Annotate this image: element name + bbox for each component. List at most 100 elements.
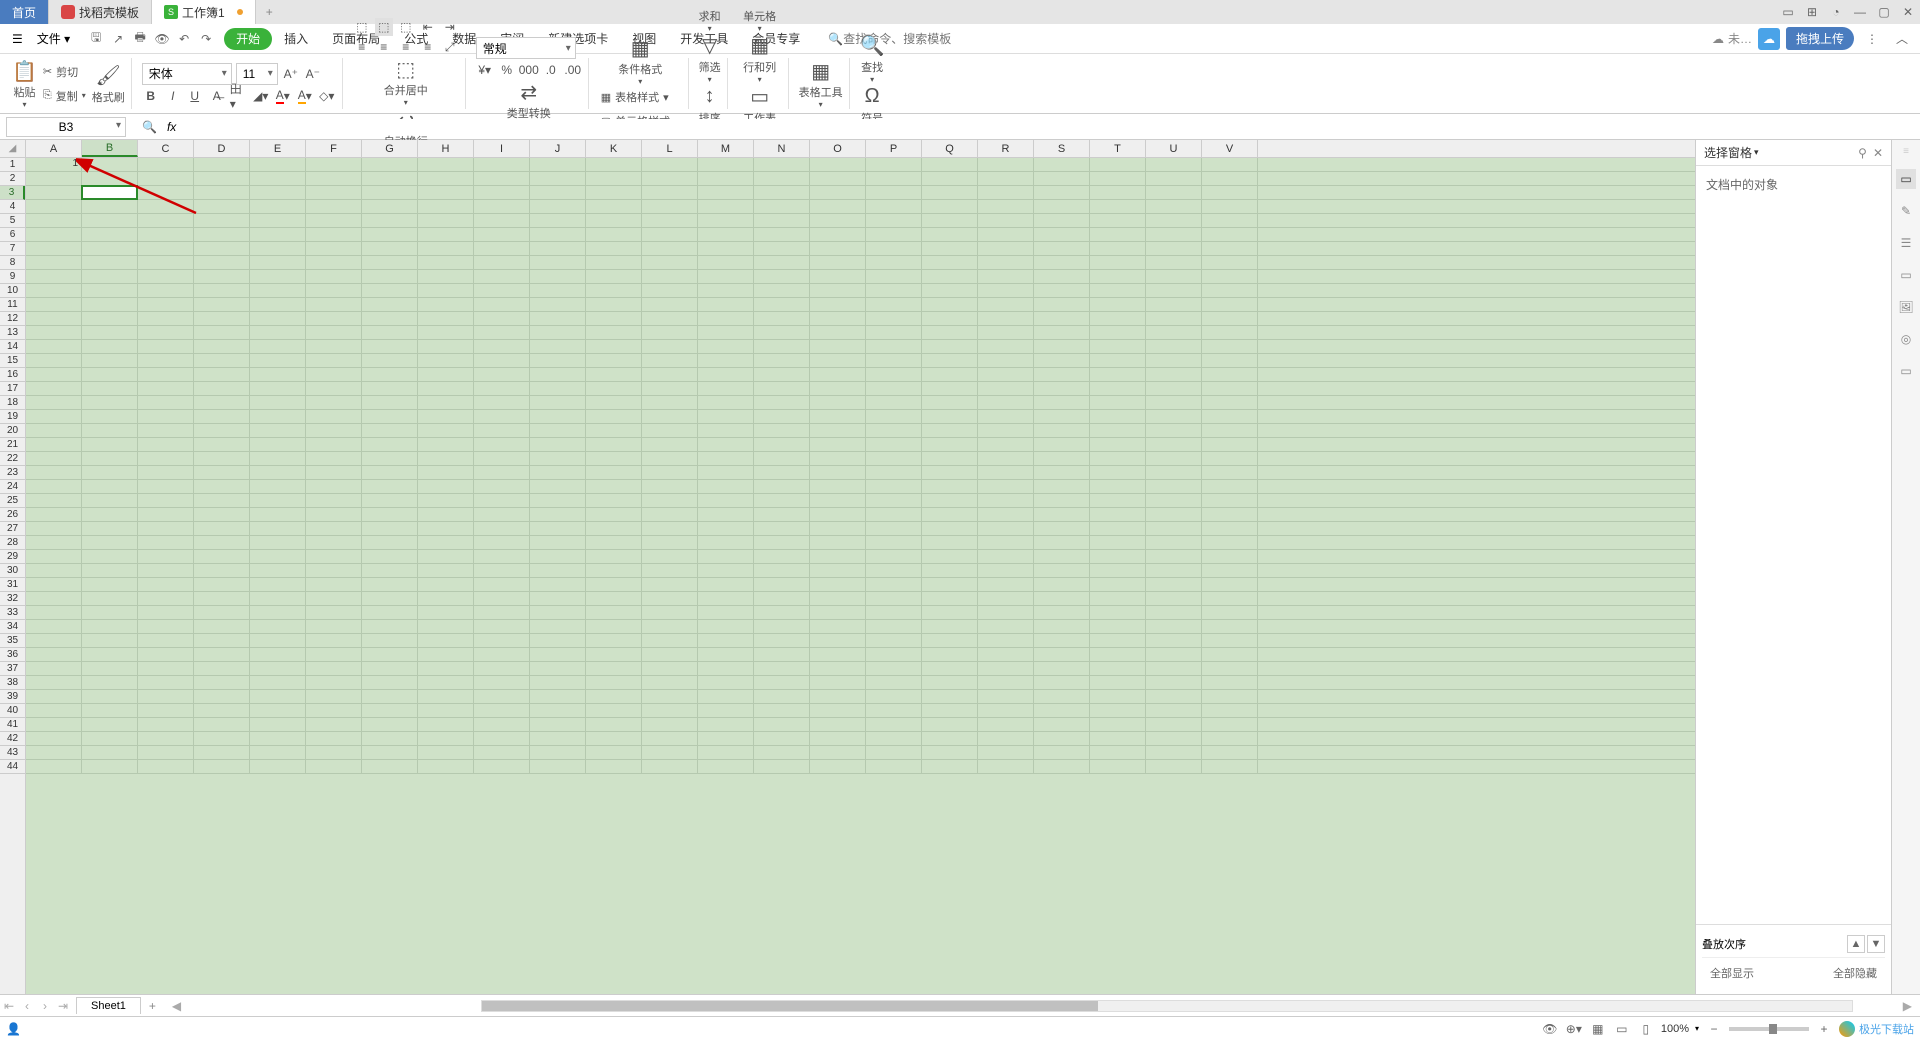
cell[interactable] bbox=[1090, 410, 1146, 423]
cell[interactable] bbox=[1202, 256, 1258, 269]
cell[interactable] bbox=[474, 256, 530, 269]
cell[interactable] bbox=[474, 718, 530, 731]
cell[interactable] bbox=[362, 648, 418, 661]
cell[interactable] bbox=[1034, 662, 1090, 675]
cell[interactable] bbox=[586, 606, 642, 619]
cell[interactable] bbox=[1146, 606, 1202, 619]
cell[interactable] bbox=[866, 228, 922, 241]
cell[interactable] bbox=[866, 186, 922, 199]
cell[interactable] bbox=[1202, 592, 1258, 605]
cell[interactable]: 1 bbox=[26, 158, 82, 171]
cell[interactable] bbox=[754, 326, 810, 339]
cell[interactable] bbox=[82, 256, 138, 269]
cell[interactable] bbox=[866, 536, 922, 549]
cell[interactable] bbox=[418, 522, 474, 535]
cell[interactable] bbox=[474, 326, 530, 339]
cell[interactable] bbox=[418, 648, 474, 661]
cell[interactable] bbox=[306, 256, 362, 269]
cell[interactable] bbox=[474, 662, 530, 675]
table-tool-button[interactable]: ▦表格工具▾ bbox=[799, 58, 843, 109]
grid-focus-icon[interactable]: ⊕▾ bbox=[1565, 1020, 1583, 1038]
cell[interactable] bbox=[810, 200, 866, 213]
cell[interactable] bbox=[530, 172, 586, 185]
cell[interactable] bbox=[866, 732, 922, 745]
cell[interactable] bbox=[810, 298, 866, 311]
cell[interactable] bbox=[82, 242, 138, 255]
cell[interactable] bbox=[586, 648, 642, 661]
cell[interactable] bbox=[530, 340, 586, 353]
cell[interactable] bbox=[1034, 452, 1090, 465]
row-header[interactable]: 41 bbox=[0, 718, 25, 732]
cell[interactable] bbox=[138, 256, 194, 269]
row-header[interactable]: 30 bbox=[0, 564, 25, 578]
font-shrink-icon[interactable]: A⁻ bbox=[304, 65, 322, 83]
cell[interactable] bbox=[698, 760, 754, 773]
cell[interactable] bbox=[922, 494, 978, 507]
cell[interactable] bbox=[866, 578, 922, 591]
cell[interactable] bbox=[250, 536, 306, 549]
cell[interactable] bbox=[250, 256, 306, 269]
row-header[interactable]: 10 bbox=[0, 284, 25, 298]
cell[interactable] bbox=[138, 704, 194, 717]
cell[interactable] bbox=[586, 620, 642, 633]
cell[interactable] bbox=[586, 746, 642, 759]
cell[interactable] bbox=[138, 354, 194, 367]
cell[interactable] bbox=[474, 564, 530, 577]
row-header[interactable]: 44 bbox=[0, 760, 25, 774]
cell[interactable] bbox=[1202, 704, 1258, 717]
cell[interactable] bbox=[250, 550, 306, 563]
cell[interactable] bbox=[1146, 200, 1202, 213]
cell[interactable] bbox=[530, 578, 586, 591]
filter-button[interactable]: ▽筛选▾ bbox=[699, 33, 721, 84]
cell[interactable] bbox=[1034, 270, 1090, 283]
cell[interactable] bbox=[586, 270, 642, 283]
cell[interactable] bbox=[82, 620, 138, 633]
cell[interactable] bbox=[698, 438, 754, 451]
cell[interactable] bbox=[810, 242, 866, 255]
cell[interactable] bbox=[754, 690, 810, 703]
cell[interactable] bbox=[362, 186, 418, 199]
cell[interactable] bbox=[530, 606, 586, 619]
cell[interactable] bbox=[362, 326, 418, 339]
cell[interactable] bbox=[418, 620, 474, 633]
cell[interactable] bbox=[362, 564, 418, 577]
cell[interactable] bbox=[1090, 214, 1146, 227]
cell[interactable] bbox=[250, 634, 306, 647]
cell[interactable] bbox=[698, 578, 754, 591]
cell[interactable] bbox=[866, 368, 922, 381]
cell[interactable] bbox=[810, 760, 866, 773]
cell[interactable] bbox=[26, 270, 82, 283]
cell[interactable] bbox=[1034, 648, 1090, 661]
cell[interactable] bbox=[362, 354, 418, 367]
cell[interactable] bbox=[82, 424, 138, 437]
font-color-icon[interactable]: A▾ bbox=[274, 87, 292, 105]
strikethrough-icon[interactable]: A̶ bbox=[208, 87, 226, 105]
cell[interactable] bbox=[194, 494, 250, 507]
cell[interactable] bbox=[138, 340, 194, 353]
cell[interactable] bbox=[754, 578, 810, 591]
cell[interactable] bbox=[698, 270, 754, 283]
cell[interactable] bbox=[250, 592, 306, 605]
cell[interactable] bbox=[82, 340, 138, 353]
row-header[interactable]: 13 bbox=[0, 326, 25, 340]
cell[interactable] bbox=[138, 606, 194, 619]
row-header[interactable]: 34 bbox=[0, 620, 25, 634]
cell[interactable] bbox=[362, 438, 418, 451]
cell[interactable] bbox=[1034, 592, 1090, 605]
cell[interactable] bbox=[306, 494, 362, 507]
cell[interactable] bbox=[474, 228, 530, 241]
row-header[interactable]: 24 bbox=[0, 480, 25, 494]
cell[interactable] bbox=[474, 172, 530, 185]
cell[interactable] bbox=[1034, 312, 1090, 325]
cell[interactable] bbox=[306, 676, 362, 689]
cell[interactable] bbox=[26, 732, 82, 745]
cell[interactable] bbox=[1034, 522, 1090, 535]
cell[interactable] bbox=[362, 634, 418, 647]
cell[interactable] bbox=[922, 550, 978, 563]
cell[interactable] bbox=[866, 508, 922, 521]
cell[interactable] bbox=[138, 592, 194, 605]
cell[interactable] bbox=[1090, 354, 1146, 367]
cell[interactable] bbox=[138, 662, 194, 675]
cell[interactable] bbox=[978, 592, 1034, 605]
row-header[interactable]: 1 bbox=[0, 158, 25, 172]
